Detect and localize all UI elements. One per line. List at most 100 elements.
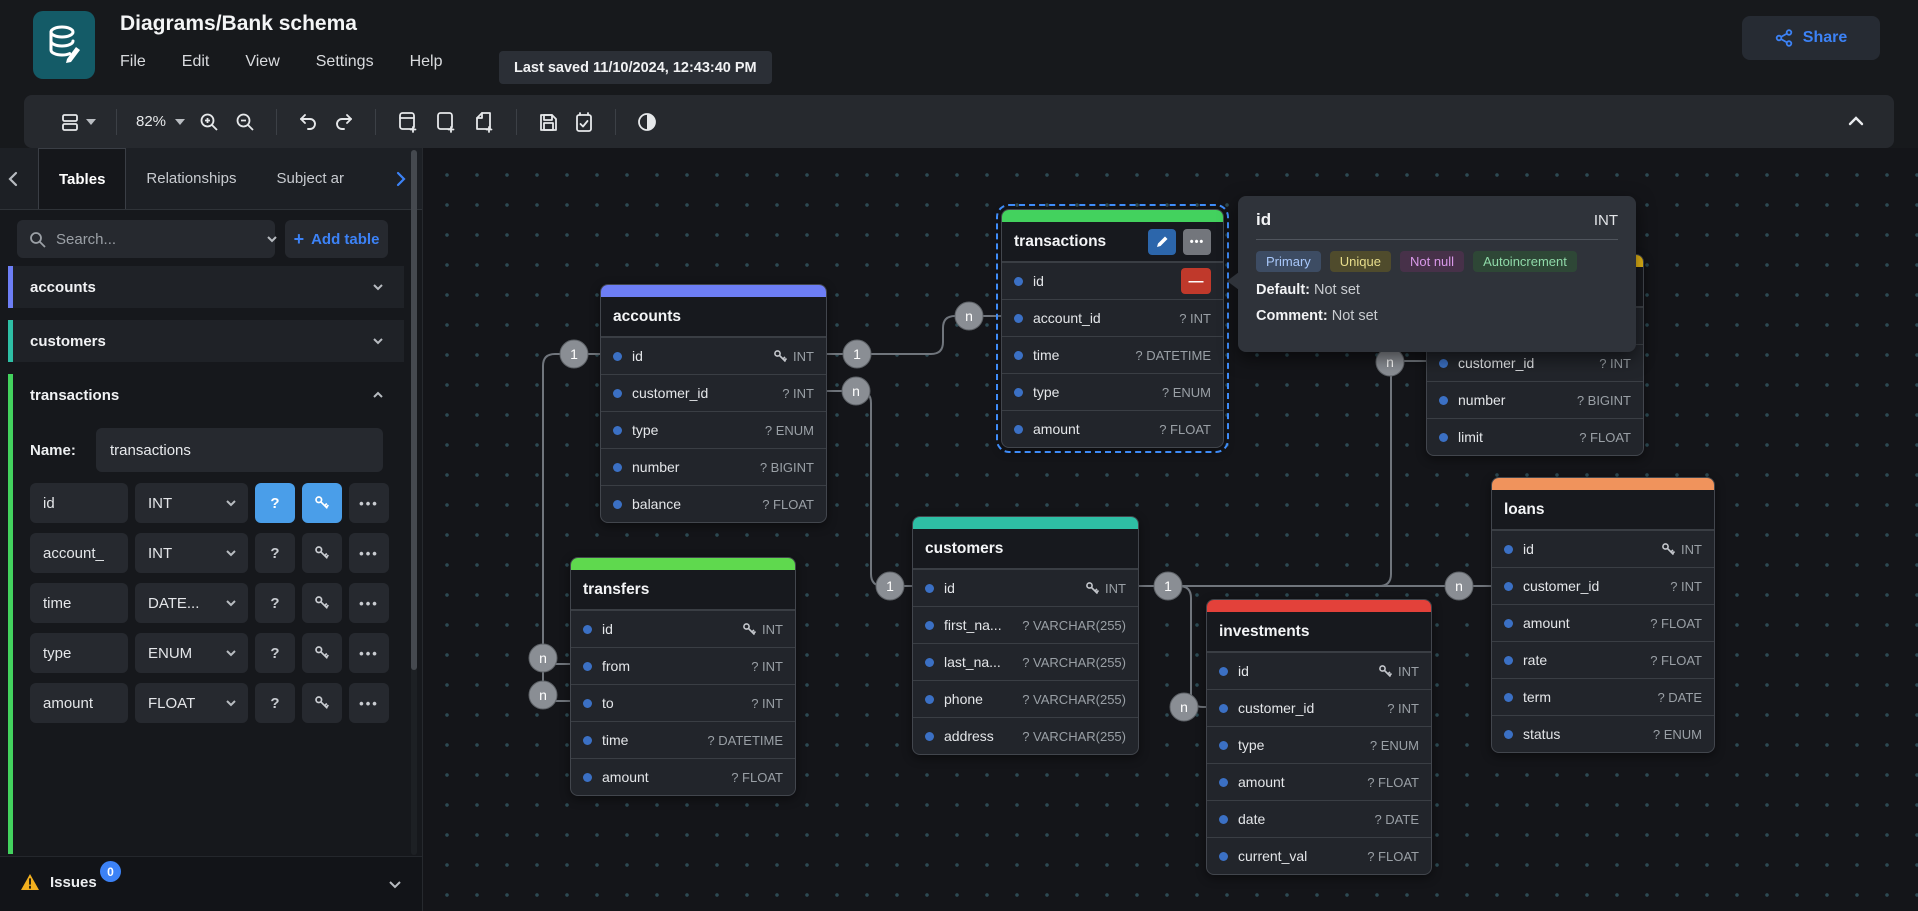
canvas-table-transactions[interactable]: transactions•••id—account_id? INTtime? D… — [1001, 209, 1224, 448]
field-name-input[interactable]: amount — [30, 683, 128, 723]
table-field-row[interactable]: idINT — [601, 337, 826, 374]
nullable-toggle[interactable]: ? — [255, 583, 295, 623]
nullable-toggle[interactable]: ? — [255, 533, 295, 573]
table-field-row[interactable]: first_na...? VARCHAR(255) — [913, 606, 1138, 643]
table-field-row[interactable]: type? ENUM — [1002, 373, 1223, 410]
menu-help[interactable]: Help — [410, 53, 443, 71]
table-field-row[interactable]: amount? FLOAT — [1207, 763, 1431, 800]
menu-view[interactable]: View — [245, 53, 279, 71]
theme-toggle-button[interactable] — [629, 105, 665, 139]
table-field-row[interactable]: amount? FLOAT — [1002, 410, 1223, 447]
sidebar-scrollbar[interactable] — [411, 150, 417, 855]
table-field-row[interactable]: phone? VARCHAR(255) — [913, 680, 1138, 717]
undo-button[interactable] — [290, 105, 326, 139]
table-field-row[interactable]: customer_id? INT — [601, 374, 826, 411]
canvas-table-investments[interactable]: investmentsidINTcustomer_id? INTtype? EN… — [1206, 599, 1432, 875]
nullable-toggle[interactable]: ? — [255, 483, 295, 523]
menu-file[interactable]: File — [120, 53, 146, 71]
menu-settings[interactable]: Settings — [316, 53, 374, 71]
table-search[interactable] — [17, 220, 275, 258]
table-field-row[interactable]: last_na...? VARCHAR(255) — [913, 643, 1138, 680]
field-name-input[interactable]: type — [30, 633, 128, 673]
table-field-row[interactable]: customer_id? INT — [1492, 567, 1714, 604]
chevron-down-icon[interactable] — [370, 279, 386, 295]
chevron-down-icon[interactable] — [265, 232, 279, 246]
field-type-select[interactable]: FLOAT — [135, 683, 248, 723]
tab-subject-areas[interactable]: Subject ar — [256, 148, 364, 209]
delete-field-button[interactable]: — — [1181, 268, 1211, 294]
zoom-in-button[interactable] — [191, 105, 227, 139]
canvas-table-accounts[interactable]: accountsidINTcustomer_id? INTtype? ENUMn… — [600, 284, 827, 523]
add-area-tool-button[interactable] — [427, 104, 465, 140]
table-field-row[interactable]: idINT — [571, 610, 795, 647]
canvas-table-customers[interactable]: customersidINTfirst_na...? VARCHAR(255)l… — [912, 516, 1139, 755]
table-field-row[interactable]: id— — [1002, 262, 1223, 299]
table-title-row[interactable]: customers — [913, 529, 1138, 569]
field-name-input[interactable]: time — [30, 583, 128, 623]
field-more-button[interactable]: ••• — [349, 483, 389, 523]
table-field-row[interactable]: from? INT — [571, 647, 795, 684]
table-field-row[interactable]: number? BIGINT — [1427, 381, 1643, 418]
field-type-select[interactable]: INT — [135, 483, 248, 523]
field-type-select[interactable]: DATE... — [135, 583, 248, 623]
field-type-select[interactable]: INT — [135, 533, 248, 573]
table-field-row[interactable]: to? INT — [571, 684, 795, 721]
nullable-toggle[interactable]: ? — [255, 683, 295, 723]
field-more-button[interactable]: ••• — [349, 683, 389, 723]
table-field-row[interactable]: limit? FLOAT — [1427, 418, 1643, 455]
table-field-row[interactable]: time? DATETIME — [571, 721, 795, 758]
table-field-row[interactable]: number? BIGINT — [601, 448, 826, 485]
relationship-line[interactable] — [827, 391, 912, 586]
table-field-row[interactable]: balance? FLOAT — [601, 485, 826, 522]
table-title-row[interactable]: transactions••• — [1002, 222, 1223, 262]
canvas-table-loans[interactable]: loansidINTcustomer_id? INTamount? FLOATr… — [1491, 477, 1715, 753]
table-field-row[interactable]: type? ENUM — [601, 411, 826, 448]
table-field-row[interactable]: idINT — [1207, 652, 1431, 689]
table-title-row[interactable]: loans — [1492, 490, 1714, 530]
search-input[interactable] — [56, 231, 255, 248]
tab-relationships[interactable]: Relationships — [126, 148, 256, 209]
add-table-button[interactable]: + Add table — [285, 220, 388, 258]
table-field-row[interactable]: customer_id? INT — [1207, 689, 1431, 726]
table-field-row[interactable]: date? DATE — [1207, 800, 1431, 837]
table-field-row[interactable]: status? ENUM — [1492, 715, 1714, 752]
sidebar-item-accounts[interactable]: accounts — [8, 266, 404, 308]
table-field-row[interactable]: amount? FLOAT — [1492, 604, 1714, 641]
field-more-button[interactable]: ••• — [349, 633, 389, 673]
sidebar-item-transactions[interactable]: transactions — [13, 374, 404, 416]
chevron-up-icon[interactable] — [370, 387, 386, 403]
table-field-row[interactable]: amount? FLOAT — [571, 758, 795, 795]
table-title-row[interactable]: transfers — [571, 570, 795, 610]
primary-key-toggle[interactable] — [302, 633, 342, 673]
table-field-row[interactable]: rate? FLOAT — [1492, 641, 1714, 678]
field-name-input[interactable]: id — [30, 483, 128, 523]
chevron-down-icon[interactable] — [386, 875, 404, 893]
primary-key-toggle[interactable] — [302, 483, 342, 523]
layout-menu-button[interactable] — [52, 105, 103, 139]
table-title-row[interactable]: investments — [1207, 612, 1431, 652]
table-name-input[interactable] — [96, 428, 383, 472]
zoom-out-button[interactable] — [227, 105, 263, 139]
toolbar-collapse-button[interactable] — [1844, 109, 1868, 133]
zoom-level-selector[interactable]: 82% — [130, 113, 191, 130]
table-field-row[interactable]: type? ENUM — [1207, 726, 1431, 763]
edit-table-button[interactable] — [1148, 229, 1176, 255]
menu-edit[interactable]: Edit — [182, 53, 210, 71]
field-name-input[interactable]: account_ — [30, 533, 128, 573]
tabs-scroll-right-button[interactable] — [390, 169, 410, 189]
tabs-scroll-left-button[interactable] — [4, 169, 24, 189]
table-field-row[interactable]: time? DATETIME — [1002, 336, 1223, 373]
table-field-row[interactable]: idINT — [913, 569, 1138, 606]
table-field-row[interactable]: term? DATE — [1492, 678, 1714, 715]
add-note-tool-button[interactable] — [465, 104, 503, 140]
diagram-canvas[interactable]: 1nn1nn1n1nn accountsidINTcustomer_id? IN… — [422, 148, 1918, 911]
relationship-line[interactable] — [1139, 586, 1206, 707]
field-more-button[interactable]: ••• — [349, 583, 389, 623]
field-type-select[interactable]: ENUM — [135, 633, 248, 673]
field-more-button[interactable]: ••• — [349, 533, 389, 573]
primary-key-toggle[interactable] — [302, 683, 342, 723]
chevron-down-icon[interactable] — [370, 333, 386, 349]
table-field-row[interactable]: address? VARCHAR(255) — [913, 717, 1138, 754]
canvas-table-transfers[interactable]: transfersidINTfrom? INTto? INTtime? DATE… — [570, 557, 796, 796]
table-field-row[interactable]: current_val? FLOAT — [1207, 837, 1431, 874]
